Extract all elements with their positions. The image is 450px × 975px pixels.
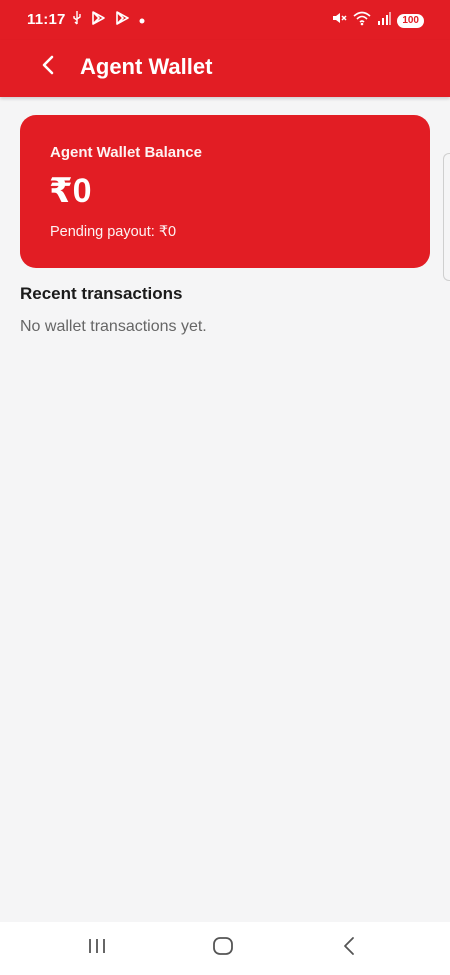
status-left-icons — [72, 10, 146, 31]
home-icon — [212, 936, 234, 961]
page-title: Agent Wallet — [80, 54, 213, 79]
app-bar: Agent Wallet — [0, 40, 450, 97]
next-card-edge[interactable] — [443, 153, 450, 281]
back-icon — [342, 936, 356, 961]
balance-amount: ₹0 — [49, 172, 92, 210]
status-bar: 11:17 100 — [0, 0, 450, 40]
system-back-button[interactable] — [329, 932, 369, 964]
status-time: 11:17 — [27, 11, 66, 28]
wifi-icon — [353, 10, 371, 31]
wallet-balance-card: Agent Wallet Balance ₹0 Pending payout: … — [20, 115, 430, 268]
dot-icon — [138, 12, 146, 30]
play-icon — [90, 10, 106, 31]
recent-apps-button[interactable] — [77, 932, 117, 964]
home-button[interactable] — [203, 932, 243, 964]
pending-payout: Pending payout: ₹0 — [50, 224, 177, 240]
back-button[interactable] — [34, 52, 62, 82]
transactions-title: Recent transactions — [20, 284, 183, 303]
balance-label: Agent Wallet Balance — [50, 144, 202, 161]
back-arrow-icon — [41, 55, 55, 80]
play-icon — [114, 10, 130, 31]
signal-icon — [377, 11, 392, 30]
battery-icon: 100 — [397, 13, 424, 28]
usb-icon — [72, 10, 82, 31]
system-nav-bar — [0, 922, 450, 975]
mute-icon — [331, 10, 347, 31]
status-right-icons: 100 — [331, 10, 424, 31]
recent-apps-icon — [86, 937, 108, 960]
empty-transactions-message: No wallet transactions yet. — [20, 318, 207, 335]
